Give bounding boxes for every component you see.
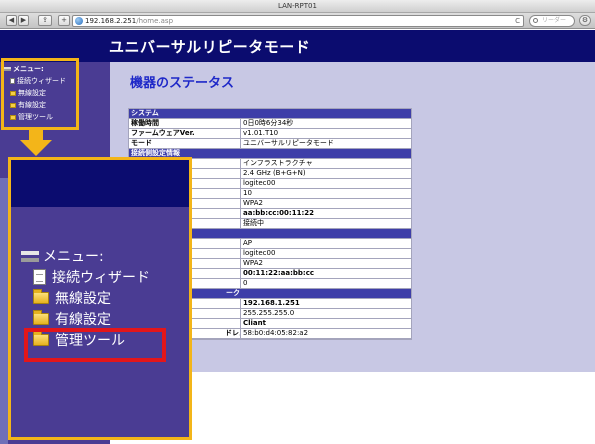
banner-title: ユニバーサルリピータモード [109,38,311,56]
row-value: 10 [241,189,411,198]
forward-icon: ▶ [20,16,27,24]
table-row: モード ユニバーサルリピータモード [129,139,411,148]
admin-tools-highlight [24,328,166,362]
row-value: Cliant [241,319,411,328]
row-value: インフラストラクチャ [241,159,411,168]
section-header-system: システム [129,109,411,118]
zoomed-item-wireless[interactable]: 無線設定 [33,287,150,308]
folder-icon [33,309,49,325]
row-label: ファームウェアVer. [129,129,240,138]
row-value: 0 [241,279,411,288]
row-value: 接続中 [241,219,411,228]
url-path: /home.asp [136,17,174,25]
table-row: ファームウェアVer. v1.01.T10 [129,129,411,138]
zoomed-item-wired[interactable]: 有線設定 [33,308,150,329]
row-value: 00:11:22:aa:bb:cc [241,269,411,278]
row-value: ユニバーサルリピータモード [241,139,411,148]
zoomed-menu-header: メニュー: [21,246,150,266]
search-icon [533,18,538,23]
settings-button[interactable]: ⚙ [579,15,591,26]
row-value: WPA2 [241,199,411,208]
row-value: v1.01.T10 [241,129,411,138]
globe-icon [75,17,83,25]
row-value: 2.4 GHz (B+G+N) [241,169,411,178]
sidebar-strip [0,178,8,444]
forward-button[interactable]: ▶ [18,15,29,26]
plus-icon: + [61,16,67,24]
zoomed-item-label: 有線設定 [55,311,111,328]
row-value: 192.168.1.251 [241,299,411,308]
share-icon: ⇪ [42,16,48,24]
callout-outline-small [1,58,79,130]
table-row: 稼働時間 0日0時6分34秒 [129,119,411,128]
menu-icon [21,250,39,262]
folder-icon [33,288,49,304]
row-value: 0日0時6分34秒 [241,119,411,128]
row-label: 稼働時間 [129,119,240,128]
share-button[interactable]: ⇪ [38,15,52,26]
down-arrow-icon [20,140,52,156]
zoomed-banner [11,160,189,207]
window-titlebar: LAN-RPT01 [0,0,595,13]
gear-icon: ⚙ [581,16,589,24]
row-value: 255.255.255.0 [241,309,411,318]
file-icon [33,268,46,285]
row-value: logitec00 [241,179,411,188]
zoomed-item-label: 無線設定 [55,290,111,307]
zoomed-item-wizard[interactable]: 接続ウィザード [33,266,150,287]
reload-icon[interactable]: C [515,16,520,26]
row-value: AP [241,239,411,248]
row-label: モード [129,139,240,148]
window-title: LAN-RPT01 [278,2,317,10]
add-bookmark-button[interactable]: + [58,15,70,26]
row-value: aa:bb:cc:00:11:22 [241,209,411,218]
back-button[interactable]: ◀ [6,15,17,26]
address-bar[interactable]: 192.168.2.251/home.asp C [72,15,524,27]
row-value: WPA2 [241,259,411,268]
callout-arrow-shaft [29,130,43,140]
page-title: 機器のステータス [130,76,235,91]
row-value: logitec00 [241,249,411,258]
zoomed-menu-panel: メニュー: 接続ウィザード 無線設定 有線設定 管理ツール [8,157,192,440]
url-host: 192.168.2.251 [85,17,137,25]
reader-search-field[interactable]: リーダー [529,15,575,27]
zoomed-menu-header-label: メニュー: [43,249,104,265]
reader-label: リーダー [542,17,567,24]
row-value: 58:b0:d4:05:82:a2 [241,329,411,338]
back-icon: ◀ [8,16,15,24]
browser-toolbar: ◀ ▶ ⇪ + 192.168.2.251/home.asp C リーダー ⚙ [0,13,595,29]
zoomed-item-label: 接続ウィザード [52,269,150,286]
